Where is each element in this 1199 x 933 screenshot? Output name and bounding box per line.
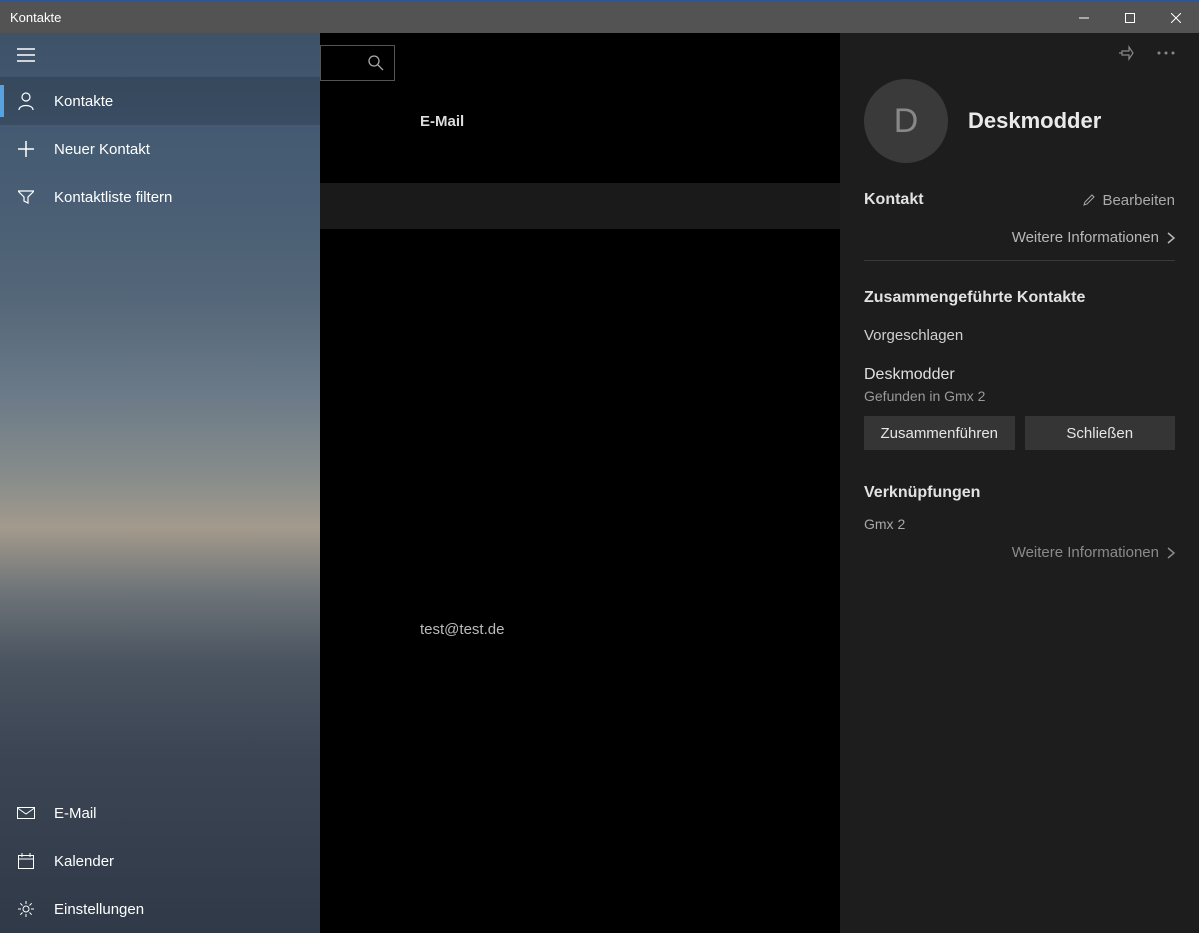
sidebar-item-filter[interactable]: Kontaktliste filtern (0, 173, 320, 221)
plus-icon (16, 139, 36, 159)
hamburger-icon (17, 48, 35, 62)
close-icon (1171, 13, 1181, 23)
contact-email-value: test@test.de (420, 621, 504, 638)
avatar: D (864, 79, 948, 163)
titlebar: Kontakte (0, 0, 1199, 33)
contact-detail-panel: D Deskmodder Kontakt Bearbeiten Weitere … (840, 33, 1199, 933)
chevron-right-icon (1167, 232, 1175, 244)
mail-icon (16, 803, 36, 823)
close-merge-button[interactable]: Schließen (1025, 416, 1176, 450)
sidebar: Kontakte Neuer Kontakt Kontaktliste filt… (0, 33, 320, 933)
sidebar-item-label: Kontaktliste filtern (54, 189, 172, 206)
more-info-label-2: Weitere Informationen (1012, 544, 1159, 561)
more-info-link-2[interactable]: Weitere Informationen (864, 544, 1175, 561)
sidebar-item-label: E-Mail (54, 805, 97, 822)
calendar-icon (16, 851, 36, 871)
maximize-button[interactable] (1107, 2, 1153, 33)
maximize-icon (1125, 13, 1135, 23)
gear-icon (16, 899, 36, 919)
sidebar-item-email[interactable]: E-Mail (0, 789, 320, 837)
merged-contacts-title: Zusammengeführte Kontakte (864, 285, 1175, 307)
link-item[interactable]: Gmx 2 (864, 516, 1175, 532)
suggested-label: Vorgeschlagen (864, 327, 1175, 344)
search-icon (368, 55, 384, 71)
contact-name: Deskmodder (968, 108, 1101, 134)
pin-icon (1119, 45, 1135, 61)
section-contact-title: Kontakt (864, 191, 924, 209)
minimize-icon (1079, 13, 1089, 23)
chevron-right-icon (1167, 547, 1175, 559)
sidebar-item-label: Kontakte (54, 93, 113, 110)
window-title: Kontakte (10, 10, 61, 25)
edit-button[interactable]: Bearbeiten (1082, 192, 1175, 209)
edit-label: Bearbeiten (1102, 192, 1175, 209)
pencil-icon (1082, 193, 1096, 207)
links-title: Verknüpfungen (864, 484, 1175, 502)
minimize-button[interactable] (1061, 2, 1107, 33)
merged-contact-name: Deskmodder (864, 366, 1175, 384)
avatar-initial: D (894, 102, 919, 141)
sidebar-item-contacts[interactable]: Kontakte (0, 77, 320, 125)
sidebar-item-settings[interactable]: Einstellungen (0, 885, 320, 933)
merged-contact-source: Gefunden in Gmx 2 (864, 388, 1175, 404)
filter-icon (16, 187, 36, 207)
person-icon (16, 91, 36, 111)
sidebar-item-calendar[interactable]: Kalender (0, 837, 320, 885)
sidebar-item-label: Neuer Kontakt (54, 141, 150, 158)
sidebar-item-label: Kalender (54, 853, 114, 870)
more-info-link[interactable]: Weitere Informationen (864, 229, 1175, 246)
hamburger-button[interactable] (16, 45, 36, 65)
more-button[interactable] (1157, 51, 1175, 55)
contact-list-panel: E-Mail test@test.de (320, 33, 840, 933)
sidebar-item-label: Einstellungen (54, 901, 144, 918)
divider (864, 260, 1175, 261)
search-input[interactable] (320, 45, 395, 81)
merge-button[interactable]: Zusammenführen (864, 416, 1015, 450)
ellipsis-icon (1157, 51, 1175, 55)
more-info-label: Weitere Informationen (1012, 229, 1159, 246)
contact-list-row[interactable] (320, 183, 840, 229)
sidebar-item-new-contact[interactable]: Neuer Kontakt (0, 125, 320, 173)
pin-button[interactable] (1119, 45, 1135, 61)
close-button[interactable] (1153, 2, 1199, 33)
tab-email[interactable]: E-Mail (420, 113, 464, 130)
